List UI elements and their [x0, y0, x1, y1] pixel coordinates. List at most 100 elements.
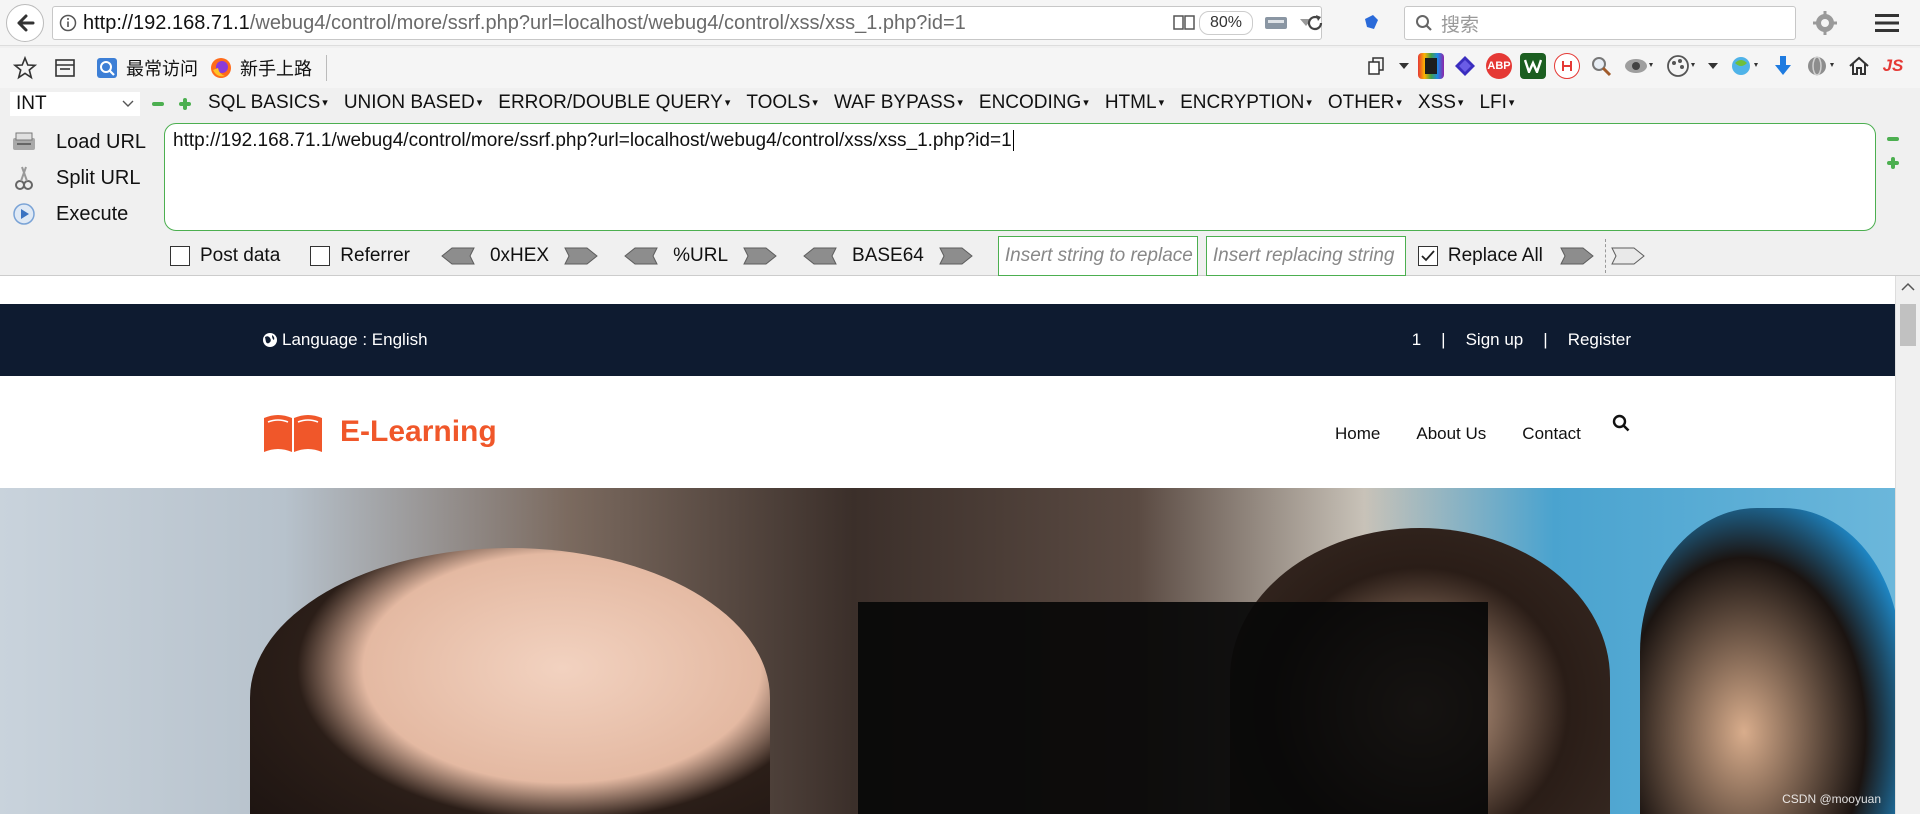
nav-home[interactable]: Home: [1335, 424, 1380, 444]
proxy-icon[interactable]: [1728, 53, 1762, 79]
language-label: Language : English: [282, 330, 428, 349]
menu-union-based[interactable]: UNION BASED: [344, 92, 482, 114]
bookmark-label: 新手上路: [240, 59, 312, 79]
split-url-button[interactable]: Split URL: [10, 160, 150, 196]
bookmark-getting-started[interactable]: 新手上路: [208, 55, 312, 81]
main-nav: Home About Us Contact: [1335, 424, 1617, 444]
arrow-right-icon[interactable]: [938, 247, 974, 265]
hex-encoder: 0xHEX: [440, 245, 599, 267]
menu-html[interactable]: HTML: [1105, 92, 1164, 114]
reader-view-icon[interactable]: [1169, 8, 1199, 38]
scrollbar-thumb[interactable]: [1900, 304, 1916, 346]
library-icon[interactable]: [52, 55, 78, 81]
referrer-checkbox[interactable]: [310, 246, 331, 266]
palette-icon[interactable]: [1664, 53, 1698, 79]
nav-contact[interactable]: Contact: [1522, 424, 1581, 444]
globe-icon[interactable]: [1804, 53, 1838, 79]
menu-xss[interactable]: XSS: [1418, 92, 1464, 114]
site-header: E-Learning Home About Us Contact: [0, 376, 1895, 488]
type-select-value: INT: [16, 93, 47, 114]
arrow-right-icon[interactable]: [563, 247, 599, 265]
menu-encoding[interactable]: ENCODING: [979, 92, 1089, 114]
arrow-left-icon[interactable]: [440, 247, 476, 265]
execute-button[interactable]: Execute: [10, 196, 150, 232]
register-link[interactable]: Register: [1568, 330, 1631, 350]
minus-icon[interactable]: [1886, 132, 1900, 146]
replace-go-icon[interactable]: [1610, 247, 1646, 265]
account-links: 1 | Sign up | Register: [1392, 330, 1631, 350]
javascript-toggle-icon[interactable]: JS: [1880, 53, 1906, 79]
chevron-down-icon[interactable]: [1398, 53, 1410, 79]
plus-icon[interactable]: [178, 97, 192, 111]
page-scrollbar[interactable]: [1895, 276, 1920, 814]
arrow-left-icon[interactable]: [802, 247, 838, 265]
menu-other[interactable]: OTHER: [1328, 92, 1402, 114]
post-data-checkbox[interactable]: [170, 246, 190, 266]
puzzle-icon[interactable]: [1356, 8, 1386, 38]
download-icon[interactable]: [1770, 53, 1796, 79]
site-topbar: Language : English 1 | Sign up | Registe…: [0, 304, 1895, 376]
wappalyzer-icon[interactable]: [1520, 53, 1546, 79]
menu-encryption[interactable]: ENCRYPTION: [1180, 92, 1312, 114]
eye-icon[interactable]: [1622, 53, 1656, 79]
layers-icon[interactable]: [1452, 53, 1478, 79]
arrow-left-icon[interactable]: [623, 247, 659, 265]
menu-error-double-query[interactable]: ERROR/DOUBLE QUERY: [498, 92, 730, 114]
chevron-down-icon[interactable]: [1706, 53, 1720, 79]
split-url-label: Split URL: [56, 166, 141, 189]
hex-label: 0xHEX: [489, 245, 550, 266]
arrow-right-icon[interactable]: [742, 247, 778, 265]
load-url-button[interactable]: Load URL: [10, 124, 150, 160]
url-bar[interactable]: http://192.168.71.1/webug4/control/more/…: [52, 6, 1322, 40]
minus-icon[interactable]: [151, 97, 165, 111]
info-icon[interactable]: [53, 14, 83, 32]
search-placeholder: 搜索: [1441, 14, 1480, 36]
compass-icon: [94, 55, 120, 81]
url-path: /webug4/control/more/ssrf.php?url=localh…: [249, 11, 966, 34]
replace-all-checkbox[interactable]: [1417, 246, 1438, 266]
hackbar-options: Post data Referrer 0xHEX %URL BASE64 Ins…: [170, 236, 1646, 276]
url-text[interactable]: http://192.168.71.1/webug4/control/more/…: [83, 12, 1169, 35]
search-icon: [1416, 15, 1432, 31]
menu-sql-basics[interactable]: SQL BASICS: [208, 92, 328, 114]
replacing-string-input[interactable]: Insert replacing string: [1205, 236, 1406, 276]
search-icon[interactable]: [1612, 414, 1630, 432]
menu-lfi[interactable]: LFI: [1479, 92, 1514, 114]
hero-banner-image: CSDN @mooyuan: [0, 488, 1895, 814]
type-select[interactable]: INT: [10, 92, 140, 116]
user-id-link[interactable]: 1: [1412, 330, 1421, 350]
url-encoder: %URL: [623, 245, 778, 267]
gear-icon[interactable]: [1810, 8, 1840, 38]
back-button[interactable]: [6, 4, 44, 42]
hackbar-addon-icon[interactable]: [1418, 53, 1444, 79]
replace-go-icon[interactable]: [1559, 247, 1595, 265]
site-logo[interactable]: E-Learning: [262, 410, 497, 454]
language-selector[interactable]: Language : English: [262, 330, 428, 350]
replace-string-input[interactable]: Insert string to replace: [997, 236, 1198, 276]
post-data-label: Post data: [200, 245, 281, 266]
load-url-icon: [10, 128, 38, 156]
sign-up-link[interactable]: Sign up: [1466, 330, 1524, 350]
bookmark-most-visited[interactable]: 最常访问: [94, 55, 198, 81]
drive-icon[interactable]: [1261, 8, 1291, 38]
link-separator: |: [1441, 330, 1446, 349]
url-textarea[interactable]: http://192.168.71.1/webug4/control/more/…: [164, 123, 1876, 231]
star-icon[interactable]: [12, 55, 38, 81]
adblock-icon[interactable]: ABP: [1486, 53, 1512, 79]
search-input[interactable]: 搜索: [1404, 6, 1796, 40]
magnifier-icon[interactable]: [1588, 53, 1614, 79]
menu-tools[interactable]: TOOLS: [746, 92, 818, 114]
copy-icon[interactable]: [1364, 53, 1390, 79]
toolbar-divider: [326, 55, 327, 81]
plus-icon[interactable]: [1886, 156, 1900, 170]
replacing-string-placeholder: Insert replacing string: [1212, 245, 1395, 266]
reload-icon[interactable]: [1300, 8, 1330, 38]
home-icon[interactable]: [1846, 53, 1872, 79]
chevron-up-icon[interactable]: [1901, 282, 1915, 292]
hamburger-menu-icon[interactable]: [1872, 8, 1902, 38]
firefox-icon: [208, 55, 234, 81]
zoom-level[interactable]: 80%: [1198, 11, 1253, 35]
hat-icon[interactable]: [1554, 53, 1580, 79]
menu-waf-bypass[interactable]: WAF BYPASS: [834, 92, 963, 114]
nav-about-us[interactable]: About Us: [1416, 424, 1486, 444]
